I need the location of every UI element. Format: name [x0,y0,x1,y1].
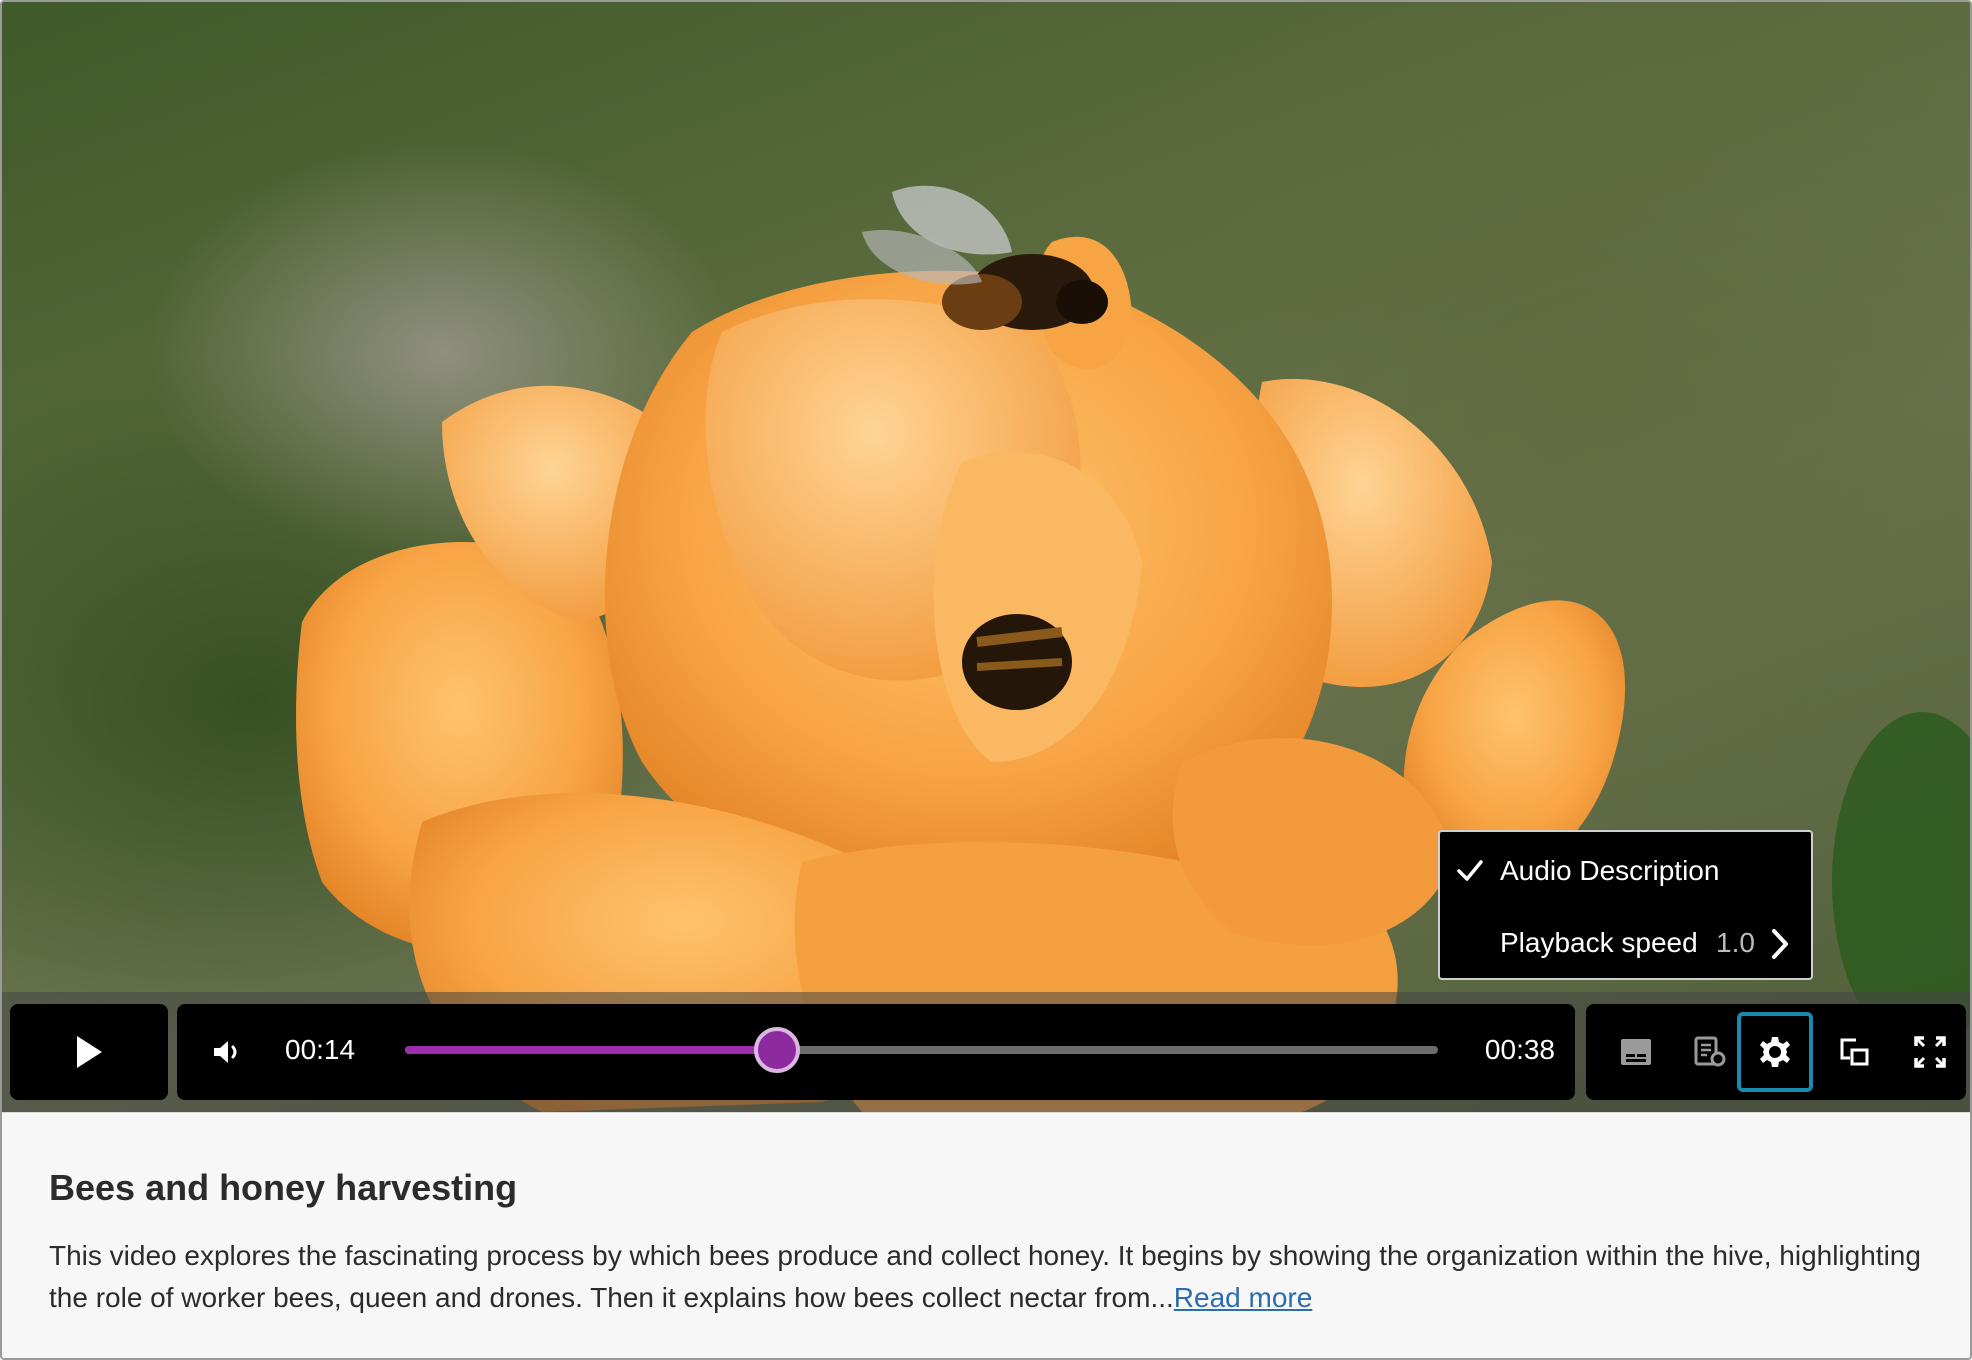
captions-button[interactable] [1608,1024,1664,1080]
read-more-link[interactable]: Read more [1174,1282,1313,1313]
checkmark-icon [1457,860,1483,881]
volume-icon [214,1041,237,1063]
play-button[interactable] [10,1004,168,1100]
play-icon [77,1036,102,1068]
playback-speed-option[interactable]: Playback speed 1.0 [1440,908,1811,978]
gear-icon [1760,1037,1790,1067]
settings-button[interactable] [1737,1012,1813,1092]
options-control-group [1586,1004,1966,1100]
timeline-control-group: 00:14 00:38 [177,1004,1575,1100]
picture-in-picture-button[interactable] [1826,1024,1882,1080]
settings-menu: Audio Description Playback speed 1.0 [1438,830,1813,980]
total-duration: 00:38 [1484,1034,1555,1065]
audio-description-option[interactable]: Audio Description [1440,836,1811,906]
transcript-button[interactable] [1682,1024,1738,1080]
seek-bar-thumb[interactable] [753,1027,800,1073]
video-title: Bees and honey harvesting [49,1167,518,1208]
video-player: Audio Description Playback speed 1.0 00:… [0,0,1972,1360]
fullscreen-icon [1914,1036,1946,1068]
mute-button[interactable] [205,1030,249,1074]
picture-in-picture-icon [1840,1038,1869,1066]
seek-bar-progress [405,1046,777,1054]
control-bar: 00:14 00:38 [2,992,1970,1112]
chevron-right-icon [1772,929,1788,959]
play-control-group [10,1004,168,1100]
current-time: 00:14 [285,1034,356,1065]
description-text: This video explores the fascinating proc… [49,1240,1921,1313]
video-description-panel: Bees and honey harvesting This video exp… [2,1112,1970,1358]
seek-bar[interactable] [405,1027,1438,1073]
transcript-icon [1694,1036,1726,1067]
audio-description-label: Audio Description [1500,855,1720,886]
captions-icon [1621,1039,1651,1065]
video-description: This video explores the fascinating proc… [49,1235,1929,1319]
playback-speed-label: Playback speed [1500,927,1698,958]
playback-speed-value: 1.0 [1716,927,1755,958]
fullscreen-button[interactable] [1902,1024,1958,1080]
